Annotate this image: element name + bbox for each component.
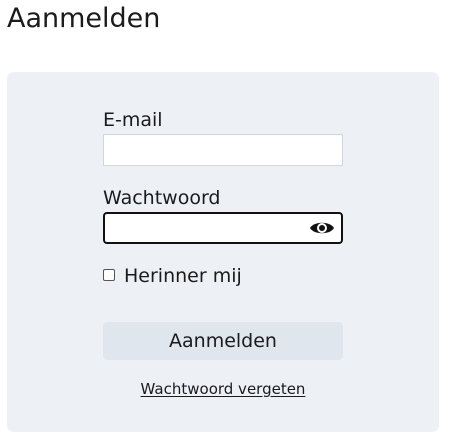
password-field[interactable] xyxy=(105,214,305,242)
password-label: Wachtwoord xyxy=(103,187,221,209)
forgot-password-row: Wachtwoord vergeten xyxy=(103,379,343,399)
email-field[interactable] xyxy=(103,134,343,166)
email-label: E-mail xyxy=(103,109,163,131)
password-field-wrapper xyxy=(103,212,343,244)
forgot-password-link[interactable]: Wachtwoord vergeten xyxy=(141,380,306,398)
page-title: Aanmelden xyxy=(7,3,161,34)
login-button[interactable]: Aanmelden xyxy=(103,322,343,360)
eye-icon[interactable] xyxy=(309,218,335,238)
login-panel: E-mail Wachtwoord Herinner mij Aanmelden… xyxy=(7,72,439,432)
remember-me-label[interactable]: Herinner mij xyxy=(124,264,242,288)
remember-me-checkbox[interactable] xyxy=(103,269,115,281)
